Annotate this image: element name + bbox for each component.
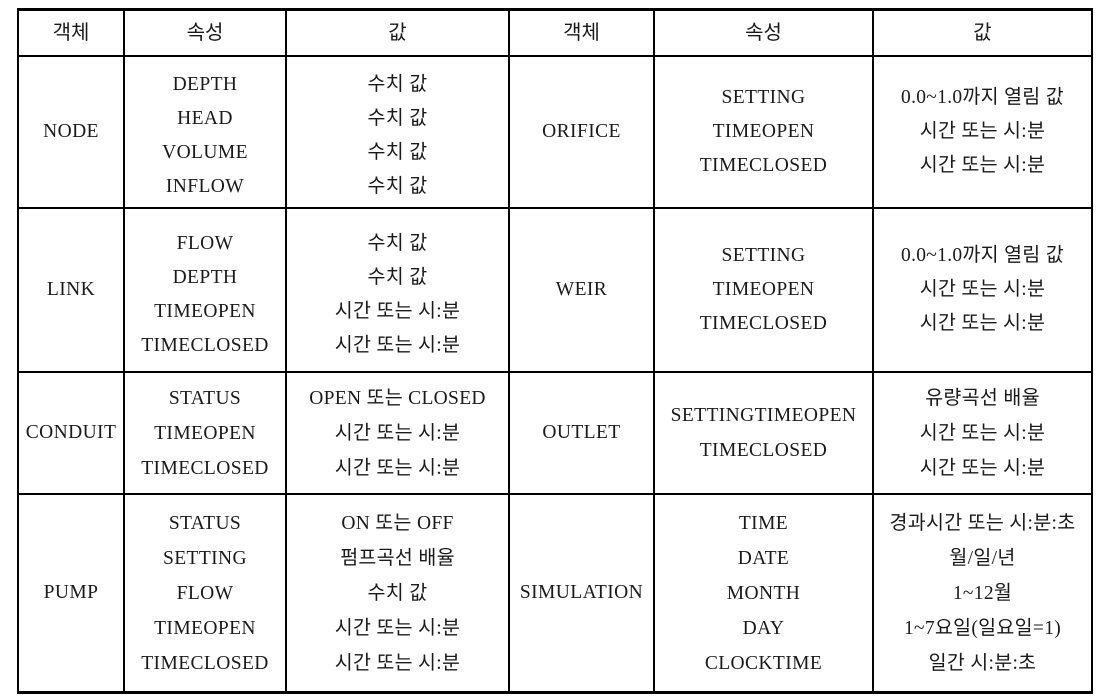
column-header-value-right: 값 — [872, 8, 1093, 57]
object-name-link: LINK — [17, 207, 125, 373]
object-name-conduit: CONDUIT — [17, 371, 125, 495]
value-item: 시간 또는 시:분 — [919, 422, 1046, 444]
value-item: 시간 또는 시:분 — [334, 617, 461, 639]
attribute-item: DEPTH — [172, 74, 238, 95]
object-name-orifice: ORIFICE — [508, 55, 655, 209]
attribute-item: SETTING — [721, 87, 806, 108]
object-name-weir: WEIR — [508, 207, 655, 373]
attribute-item: MONTH — [726, 582, 801, 604]
object-name-outlet: OUTLET — [508, 371, 655, 495]
value-item: 수치 값 — [367, 176, 428, 197]
attribute-list-orifice: SETTING TIMEOPEN TIMECLOSED — [653, 55, 874, 209]
column-header-value-left: 값 — [285, 8, 510, 57]
table-header: 객체 속성 값 객체 속성 값 — [17, 8, 1093, 57]
table-row: CONDUIT STATUS TIMEOPEN TIMECLOSED OPEN … — [17, 371, 1093, 495]
value-item: 시간 또는 시:분 — [334, 652, 461, 674]
value-item: 경과시간 또는 시:분:초 — [889, 512, 1076, 534]
value-item: OPEN 또는 CLOSED — [309, 387, 486, 409]
value-item: 수치 값 — [367, 233, 428, 254]
attribute-item: SETTINGTIMEOPEN — [670, 405, 857, 426]
value-item: 시간 또는 시:분 — [334, 301, 461, 322]
object-name-pump: PUMP — [17, 493, 125, 694]
attribute-item: TIMEOPEN — [154, 301, 256, 322]
object-name-simulation: SIMULATION — [508, 493, 655, 694]
attribute-item: DEPTH — [172, 267, 238, 288]
attribute-item: STATUS — [168, 387, 242, 409]
header-row: 객체 속성 값 객체 속성 값 — [17, 8, 1093, 57]
attribute-item: TIMEOPEN — [712, 121, 815, 142]
value-list-orifice: 0.0~1.0까지 열림 값 시간 또는 시:분 시간 또는 시:분 — [872, 55, 1093, 209]
value-item: 시간 또는 시:분 — [919, 121, 1046, 142]
value-list-pump: ON 또는 OFF 펌프곡선 배율 수치 값 시간 또는 시:분 시간 또는 시… — [285, 493, 510, 694]
attribute-item: INFLOW — [165, 176, 245, 197]
attribute-item: FLOW — [176, 582, 234, 604]
table-row: NODE DEPTH HEAD VOLUME INFLOW 수치 값 수치 값 … — [17, 55, 1093, 209]
column-header-object-left: 객체 — [17, 8, 125, 57]
value-item: 수치 값 — [367, 267, 428, 288]
attribute-list-pump: STATUS SETTING FLOW TIMEOPEN TIMECLOSED — [123, 493, 287, 694]
attribute-item: FLOW — [176, 233, 234, 254]
value-item: 유량곡선 배율 — [925, 387, 1040, 409]
attribute-table-container: 객체 속성 값 객체 속성 값 NODE DEPTH HEAD VOLUME I… — [17, 8, 1093, 694]
column-header-attribute-left: 속성 — [123, 8, 287, 57]
attribute-item: TIMEOPEN — [154, 617, 256, 639]
attribute-list-outlet: SETTINGTIMEOPEN TIMECLOSED — [653, 371, 874, 495]
value-item: ON 또는 OFF — [341, 512, 454, 534]
attribute-item: SETTING — [721, 245, 806, 266]
value-item: 1~7요일(일요일=1) — [903, 617, 1062, 639]
control-rules-attribute-table: 객체 속성 값 객체 속성 값 NODE DEPTH HEAD VOLUME I… — [17, 8, 1093, 694]
column-header-object-right: 객체 — [508, 8, 655, 57]
value-item: 시간 또는 시:분 — [919, 457, 1046, 479]
value-item: 일간 시:분:초 — [928, 652, 1037, 674]
table-row: PUMP STATUS SETTING FLOW TIMEOPEN TIMECL… — [17, 493, 1093, 694]
value-item: 수치 값 — [367, 142, 428, 163]
attribute-item: CLOCKTIME — [704, 652, 823, 674]
value-list-outlet: 유량곡선 배율 시간 또는 시:분 시간 또는 시:분 — [872, 371, 1093, 495]
attribute-item: VOLUME — [162, 142, 248, 163]
value-item: 1~12월 — [952, 582, 1013, 604]
attribute-list-weir: SETTING TIMEOPEN TIMECLOSED — [653, 207, 874, 373]
attribute-item: TIMECLOSED — [699, 440, 828, 461]
table-row: LINK FLOW DEPTH TIMEOPEN TIMECLOSED 수치 값… — [17, 207, 1093, 373]
attribute-item: TIMECLOSED — [699, 313, 828, 334]
attribute-item: TIMEOPEN — [154, 422, 256, 444]
value-item: 월/일/년 — [949, 547, 1016, 569]
attribute-item: TIMECLOSED — [141, 335, 269, 356]
attribute-item: DAY — [742, 617, 785, 639]
value-item: 시간 또는 시:분 — [334, 457, 461, 479]
attribute-item: HEAD — [177, 108, 233, 129]
value-item: 수치 값 — [367, 74, 428, 95]
attribute-item: SETTING — [162, 547, 248, 569]
column-header-attribute-right: 속성 — [653, 8, 874, 57]
attribute-item: TIMEOPEN — [712, 279, 815, 300]
value-list-conduit: OPEN 또는 CLOSED 시간 또는 시:분 시간 또는 시:분 — [285, 371, 510, 495]
value-item: 수치 값 — [367, 582, 428, 604]
attribute-item: TIMECLOSED — [141, 652, 269, 674]
attribute-list-conduit: STATUS TIMEOPEN TIMECLOSED — [123, 371, 287, 495]
attribute-item: STATUS — [168, 512, 242, 534]
attribute-item: TIMECLOSED — [141, 457, 269, 479]
value-item: 펌프곡선 배율 — [340, 547, 455, 569]
value-item: 시간 또는 시:분 — [334, 422, 461, 444]
value-item: 0.0~1.0까지 열림 값 — [901, 245, 1064, 266]
attribute-list-simulation: TIME DATE MONTH DAY CLOCKTIME — [653, 493, 874, 694]
attribute-list-node: DEPTH HEAD VOLUME INFLOW — [123, 55, 287, 209]
attribute-item: TIMECLOSED — [699, 155, 828, 176]
attribute-list-link: FLOW DEPTH TIMEOPEN TIMECLOSED — [123, 207, 287, 373]
value-list-weir: 0.0~1.0까지 열림 값 시간 또는 시:분 시간 또는 시:분 — [872, 207, 1093, 373]
attribute-item: TIME — [738, 512, 789, 534]
value-item: 시간 또는 시:분 — [919, 313, 1046, 334]
attribute-item: DATE — [737, 547, 790, 569]
object-name-node: NODE — [17, 55, 125, 209]
table-body: NODE DEPTH HEAD VOLUME INFLOW 수치 값 수치 값 … — [17, 55, 1093, 694]
value-item: 0.0~1.0까지 열림 값 — [901, 87, 1064, 108]
value-item: 시간 또는 시:분 — [919, 155, 1046, 176]
value-item: 수치 값 — [367, 108, 428, 129]
value-list-node: 수치 값 수치 값 수치 값 수치 값 — [285, 55, 510, 209]
value-item: 시간 또는 시:분 — [334, 335, 461, 356]
value-list-link: 수치 값 수치 값 시간 또는 시:분 시간 또는 시:분 — [285, 207, 510, 373]
value-item: 시간 또는 시:분 — [919, 279, 1046, 300]
value-list-simulation: 경과시간 또는 시:분:초 월/일/년 1~12월 1~7요일(일요일=1) 일… — [872, 493, 1093, 694]
